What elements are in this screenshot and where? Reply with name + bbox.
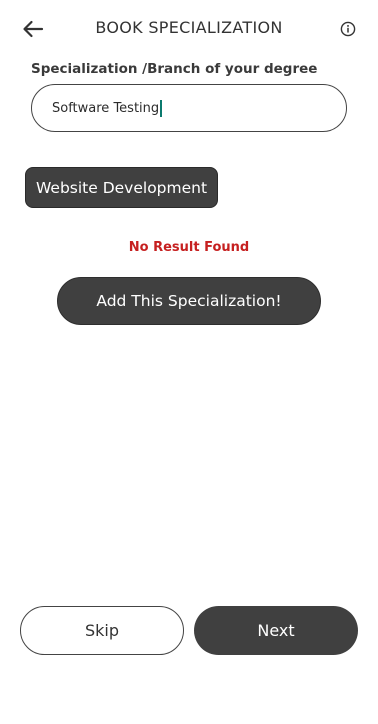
specialization-search-field[interactable]: Software Testing [31,84,347,132]
book-specialization-screen: BOOK SPECIALIZATION Specialization /Bran… [0,0,378,724]
specialization-field-label: Specialization /Branch of your degree [31,61,318,77]
info-circle-icon [340,21,356,37]
no-result-message: No Result Found [128,240,250,255]
text-caret [160,99,163,117]
app-header: BOOK SPECIALIZATION [0,0,378,56]
next-button[interactable]: Next [194,606,358,655]
add-specialization-button[interactable]: Add This Specialization! [57,277,321,325]
info-button[interactable] [334,15,362,43]
skip-button[interactable]: Skip [20,606,184,655]
specialization-search-input[interactable]: Software Testing [52,101,159,116]
page-title: BOOK SPECIALIZATION [95,18,283,37]
suggestion-chip-website-development[interactable]: Website Development [25,167,219,208]
